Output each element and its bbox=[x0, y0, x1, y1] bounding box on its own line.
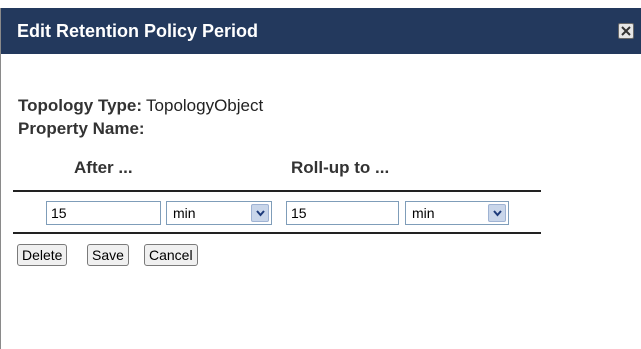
rollup-unit-select[interactable]: min bbox=[405, 201, 509, 225]
after-column-header: After ... bbox=[74, 158, 133, 177]
top-divider bbox=[13, 190, 541, 192]
delete-button[interactable]: Delete bbox=[17, 244, 68, 266]
edit-retention-dialog: Edit Retention Policy Period Topology Ty… bbox=[0, 8, 641, 349]
close-button[interactable] bbox=[618, 23, 634, 39]
topology-type-label: Topology Type: bbox=[18, 96, 143, 115]
rollup-value-input[interactable] bbox=[286, 201, 399, 225]
dialog-content: Topology Type: TopologyObject Property Na… bbox=[1, 54, 641, 349]
rollup-column-header: Roll-up to ... bbox=[291, 158, 390, 177]
after-unit-value: min bbox=[173, 205, 196, 221]
rollup-unit-value: min bbox=[412, 205, 435, 221]
chevron-down-icon bbox=[256, 210, 265, 217]
close-icon bbox=[621, 26, 631, 36]
after-unit-dropdown-button[interactable] bbox=[251, 204, 269, 222]
rollup-unit-dropdown-button[interactable] bbox=[488, 204, 506, 222]
chevron-down-icon bbox=[493, 210, 502, 217]
cancel-button[interactable]: Cancel bbox=[144, 244, 198, 266]
property-name-label: Property Name: bbox=[18, 119, 145, 138]
topology-type-row: Topology Type: TopologyObject bbox=[18, 96, 263, 116]
dialog-titlebar: Edit Retention Policy Period bbox=[1, 8, 641, 54]
save-button[interactable]: Save bbox=[87, 244, 129, 266]
topology-type-value: TopologyObject bbox=[146, 96, 264, 115]
property-name-row: Property Name: bbox=[18, 119, 145, 139]
after-value-input[interactable] bbox=[46, 201, 161, 225]
after-unit-select[interactable]: min bbox=[166, 201, 272, 225]
dialog-title: Edit Retention Policy Period bbox=[17, 21, 259, 41]
bottom-divider bbox=[13, 232, 541, 234]
